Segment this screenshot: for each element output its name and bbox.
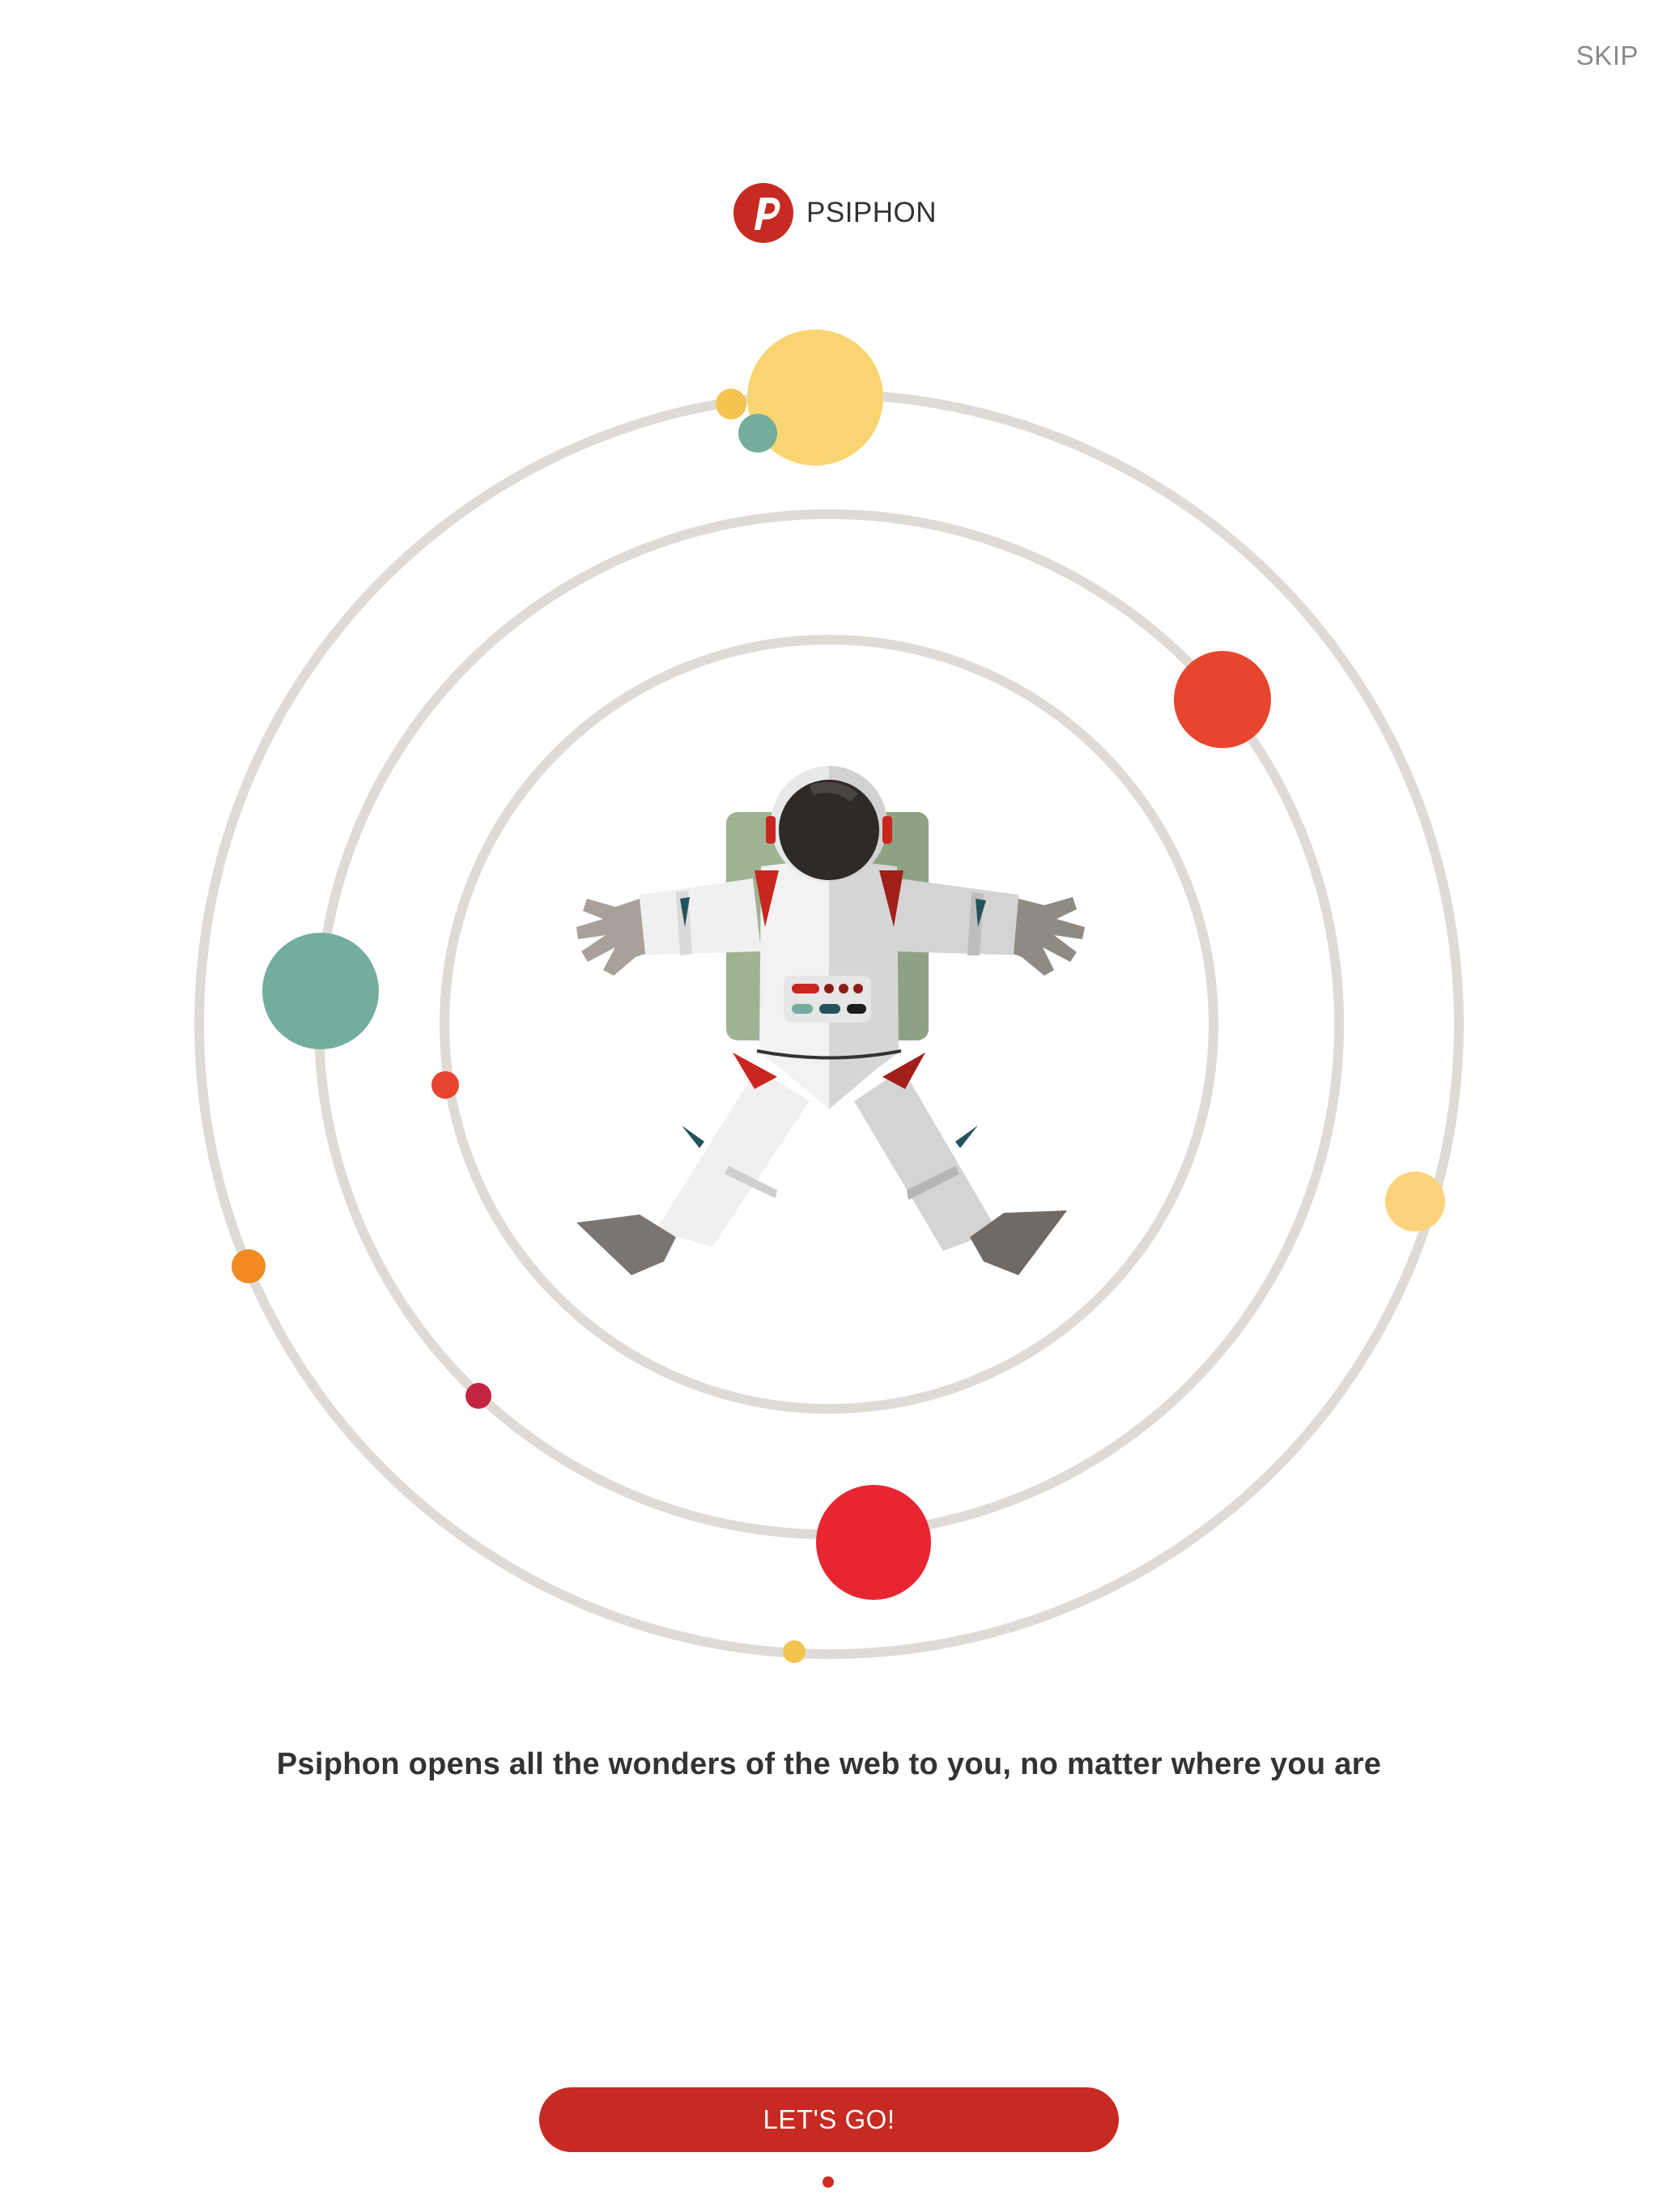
planet-teal-small (738, 414, 777, 453)
space-illustration (194, 330, 1464, 1663)
astronaut-icon (576, 766, 1085, 1275)
planet-yellow-small (716, 389, 746, 419)
page-indicator-dot (823, 2176, 834, 2188)
onboarding-screen: SKIP PSIPHON Psiphon opens all the wonde… (0, 0, 1658, 2212)
planet-orange-red (1174, 651, 1271, 748)
planet-red-large (816, 1485, 931, 1600)
planet-red-small (432, 1071, 459, 1099)
planet-orange-small (232, 1249, 266, 1283)
planet-yellow-bottom (783, 1640, 806, 1663)
onboarding-tagline: Psiphon opens all the wonders of the web… (276, 1747, 1382, 1781)
planet-crimson-small (466, 1383, 491, 1409)
lets-go-button[interactable]: LET'S GO! (539, 2087, 1119, 2152)
planet-yellow-right (1385, 1172, 1445, 1231)
planet-teal-large (262, 933, 379, 1049)
